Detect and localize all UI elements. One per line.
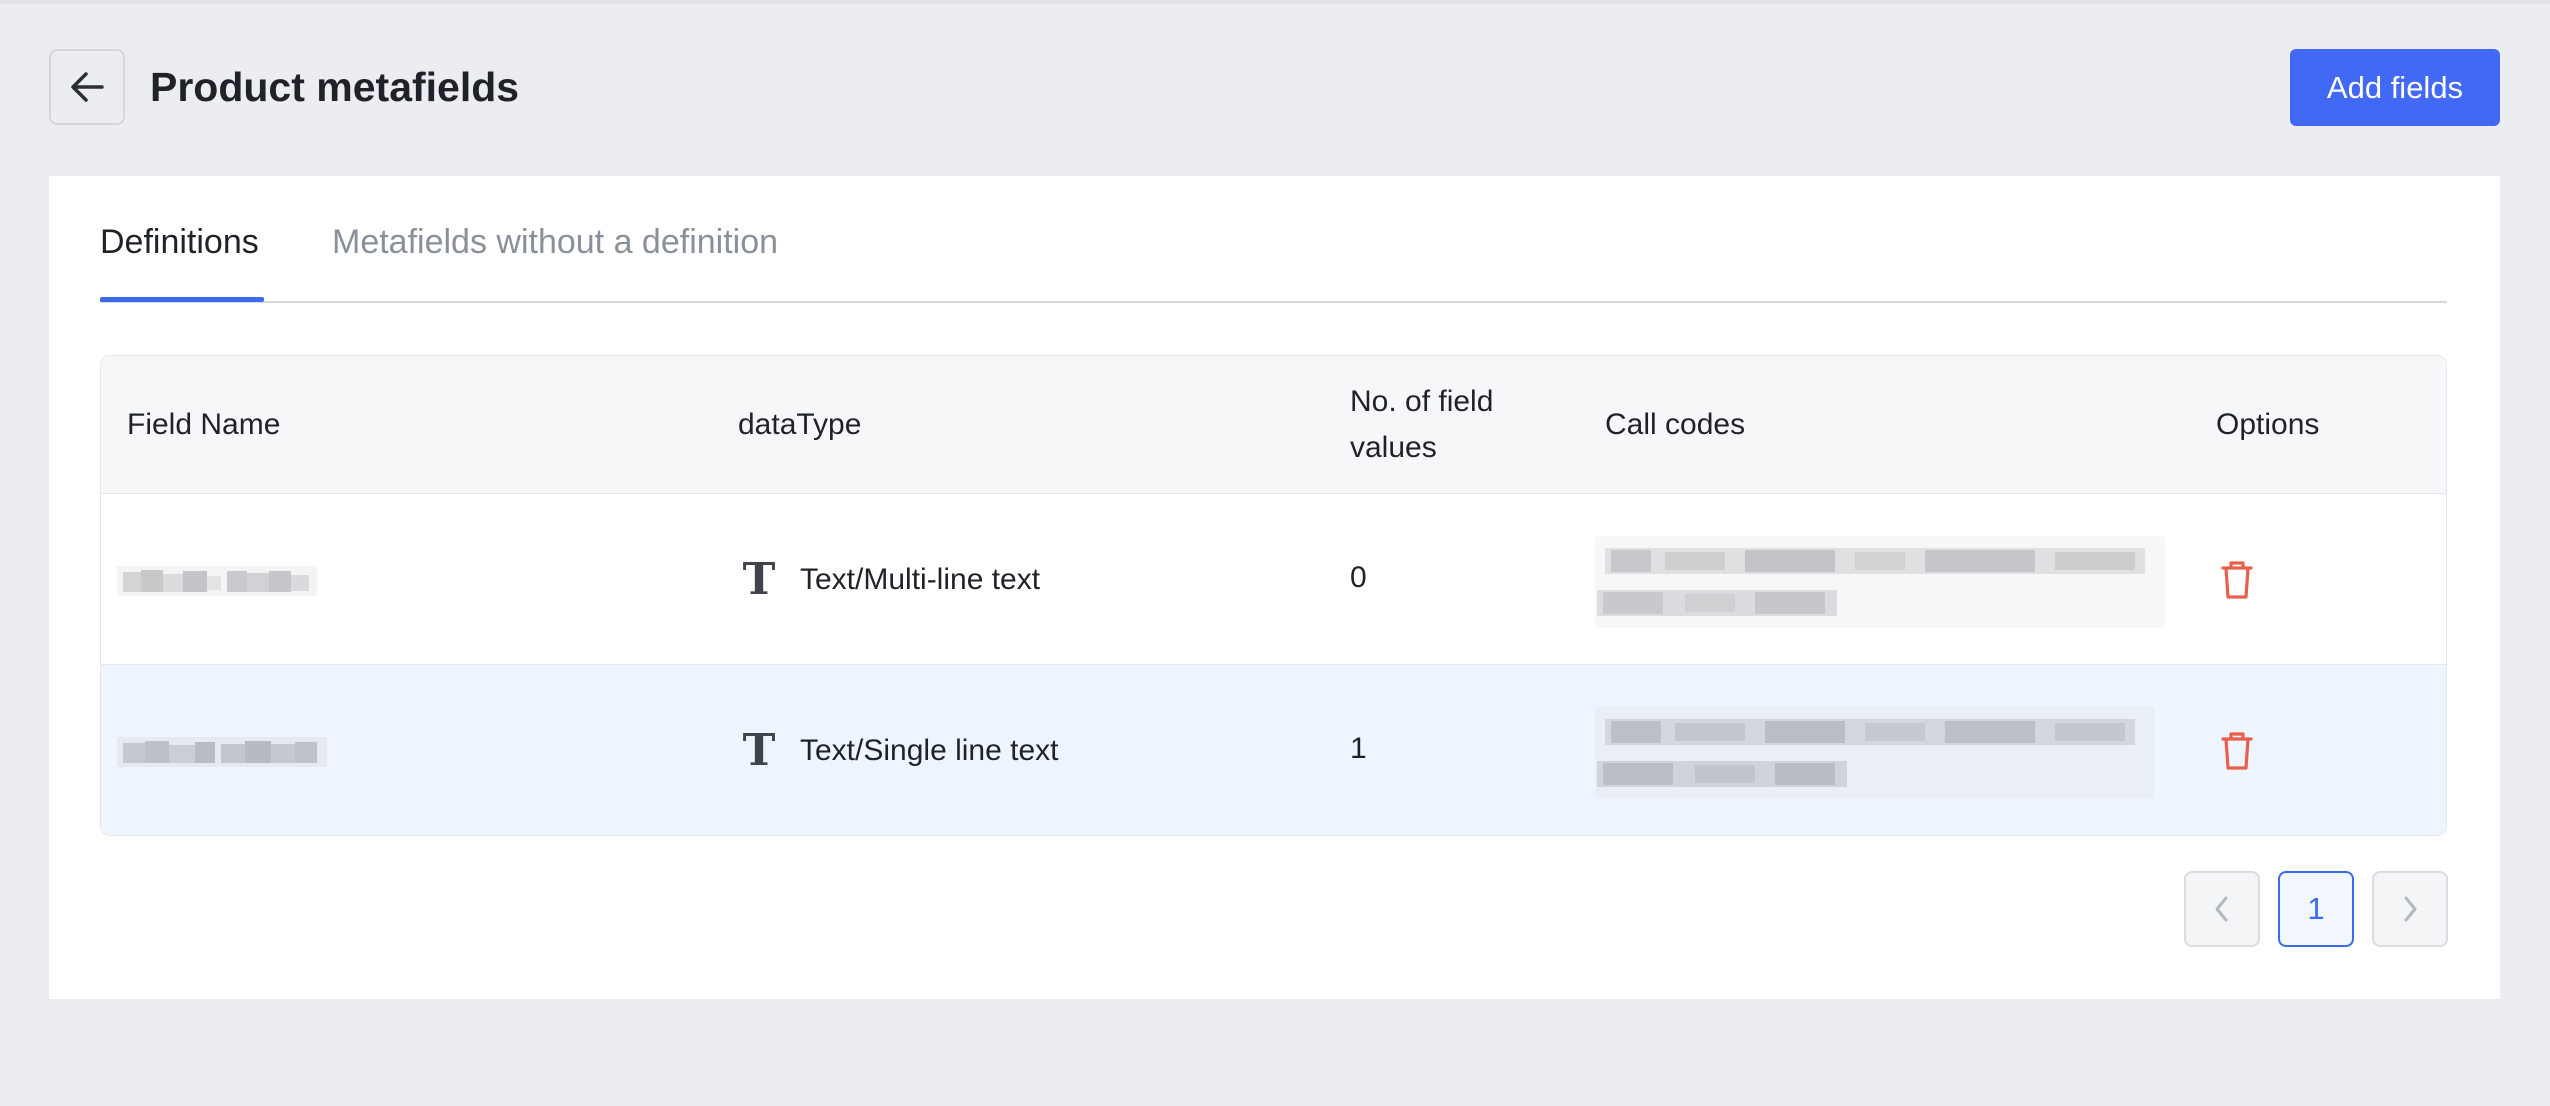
table-row: T Text/Single line text 1 [101, 665, 2446, 835]
pagination-prev-button[interactable] [2184, 871, 2260, 947]
tab-definitions[interactable]: Definitions [100, 220, 259, 264]
datatype-label: Text/Multi-line text [800, 563, 1041, 596]
tab-bar: Definitions Metafields without a definit… [100, 176, 2447, 303]
table-row: T Text/Multi-line text 0 [101, 494, 2446, 665]
column-header-datatype: dataType [738, 408, 862, 441]
datatype-cell: T Text/Multi-line text [738, 558, 1040, 602]
pagination-next-button[interactable] [2372, 871, 2448, 947]
page-title: Product metafields [150, 64, 520, 110]
column-header-options: Options [2216, 408, 2320, 441]
back-button[interactable] [49, 49, 125, 125]
field-values-count: 1 [1350, 732, 1367, 765]
column-header-field-values-count: No. of field values [1350, 385, 1494, 464]
datatype-label: Text/Single line text [800, 734, 1059, 767]
pagination-page-current[interactable]: 1 [2278, 871, 2354, 947]
chevron-left-icon [2215, 896, 2228, 922]
delete-icon[interactable] [2217, 729, 2257, 773]
call-code-redacted[interactable] [1595, 707, 2155, 799]
column-header-call-codes: Call codes [1605, 408, 1746, 441]
field-name-redacted [117, 566, 317, 596]
active-tab-indicator [100, 297, 264, 302]
datatype-cell: T Text/Single line text [738, 725, 1059, 776]
chevron-right-icon [2404, 896, 2417, 922]
column-header-field-name: Field Name [127, 408, 281, 441]
field-values-count: 0 [1350, 561, 1367, 594]
metafields-card: Definitions Metafields without a definit… [49, 176, 2500, 999]
table-header: Field Name dataType No. of field values … [101, 356, 2446, 494]
text-type-icon: T [742, 554, 776, 605]
metafields-table: Field Name dataType No. of field values … [100, 355, 2447, 836]
text-type-icon: T [742, 725, 776, 776]
field-name-redacted [117, 737, 327, 767]
delete-icon[interactable] [2217, 558, 2257, 602]
add-fields-button[interactable]: Add fields [2290, 49, 2500, 126]
call-code-redacted[interactable] [1595, 536, 2165, 628]
top-divider [0, 0, 2550, 4]
arrow-left-icon [71, 72, 104, 102]
tab-metafields-without-definition[interactable]: Metafields without a definition [332, 220, 778, 264]
